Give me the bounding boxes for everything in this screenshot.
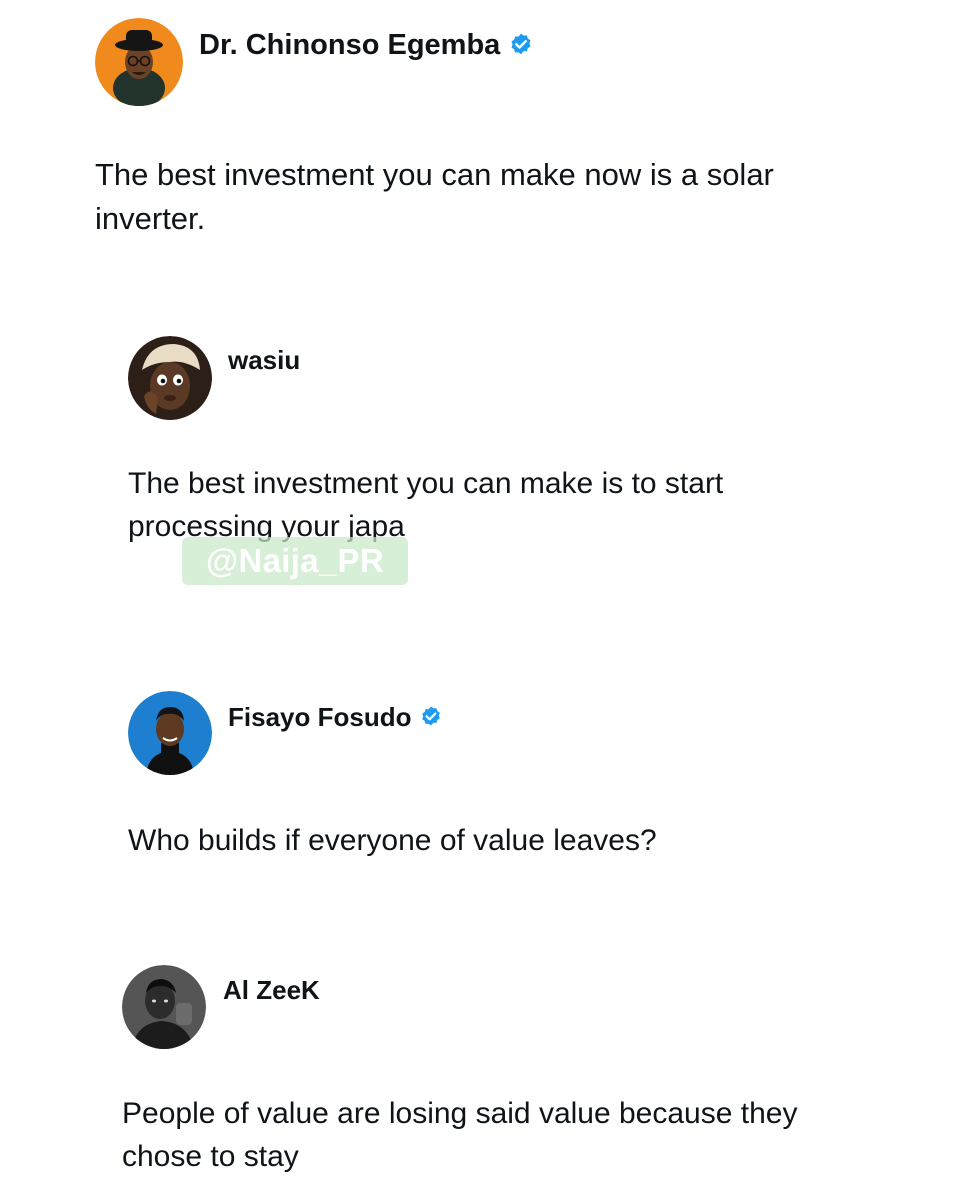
tweet-text: Who builds if everyone of value leaves? (128, 824, 657, 857)
author-row: Fisayo Fosudo (228, 699, 443, 735)
tweet-text: The best investment you can make now is … (95, 157, 774, 237)
tweet-text: People of value are losing said value be… (122, 1097, 798, 1173)
watermark: @Naija_PR (182, 537, 408, 585)
avatar-man-hat-icon (95, 18, 183, 106)
verified-badge-icon (419, 705, 443, 729)
author-row: Al ZeeK (223, 972, 320, 1008)
author-row: wasiu (228, 342, 300, 378)
author-name[interactable]: Fisayo Fosudo (228, 702, 411, 733)
tweet-text: The best investment you can make is to s… (128, 467, 724, 543)
avatar-wasiu[interactable] (128, 336, 212, 420)
avatar-al-zeek[interactable] (122, 965, 206, 1049)
author-name[interactable]: Al ZeeK (223, 975, 320, 1006)
avatar-man-grayscale-icon (122, 965, 206, 1049)
avatar-woman-headwrap-icon (128, 336, 212, 420)
avatar-fisayo-fosudo[interactable] (128, 691, 212, 775)
author-name[interactable]: wasiu (228, 345, 300, 376)
avatar-dr-chinonso-egemba[interactable] (95, 18, 183, 106)
verified-badge-icon (508, 32, 534, 58)
author-name[interactable]: Dr. Chinonso Egemba (199, 29, 500, 62)
author-row: Dr. Chinonso Egemba (199, 25, 534, 65)
avatar-man-blue-bg-icon (128, 691, 212, 775)
